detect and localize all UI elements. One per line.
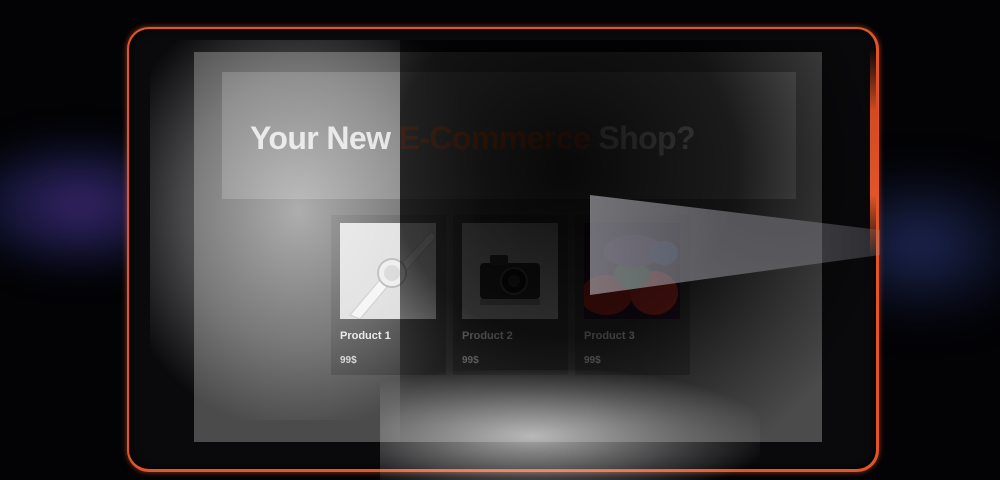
smartwatch-image — [340, 223, 436, 319]
hero-banner: Your New E-Commerce Shop? — [222, 72, 796, 199]
hero-title-start: Your New — [250, 120, 399, 156]
product-grid: Product 1 99$ Product 2 99$ Product 3 99… — [331, 215, 695, 377]
product-card[interactable]: Product 3 99$ — [575, 215, 690, 375]
product-name: Product 2 — [462, 330, 513, 342]
product-card[interactable]: Product 1 99$ — [331, 215, 446, 375]
product-price: 99$ — [462, 355, 479, 366]
tablet-device: Your New E-Commerce Shop? Product 1 99$ — [127, 27, 879, 472]
hero-title-end: Shop? — [590, 120, 695, 156]
product-card[interactable]: Product 2 99$ — [453, 215, 568, 375]
product-name: Product 3 — [584, 330, 635, 342]
hero-title: Your New E-Commerce Shop? — [250, 120, 696, 157]
product-image — [462, 223, 558, 319]
hero-title-accent: E-Commerce — [398, 120, 591, 156]
product-price: 99$ — [584, 355, 601, 366]
colorful-abstract-image — [584, 223, 680, 319]
product-image — [584, 223, 680, 319]
product-image — [340, 223, 436, 319]
product-name: Product 1 — [340, 330, 391, 342]
product-price: 99$ — [340, 355, 357, 366]
tablet-screen: Your New E-Commerce Shop? Product 1 99$ — [194, 52, 822, 442]
camera-image — [462, 223, 558, 319]
